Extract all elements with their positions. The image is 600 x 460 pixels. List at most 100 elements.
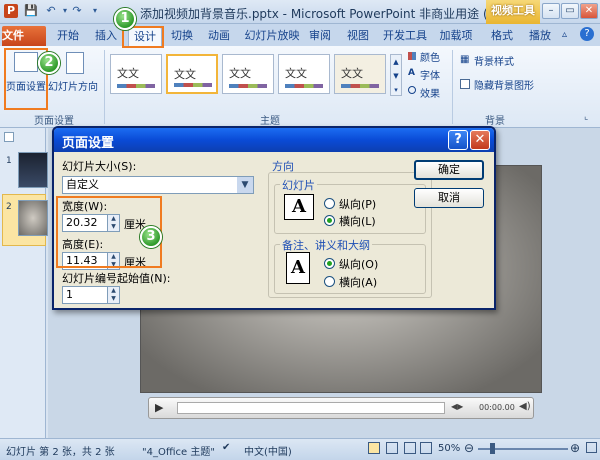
portrait-page-icon: A xyxy=(286,252,310,284)
step-2-badge: 2 xyxy=(38,52,60,74)
orientation-icon xyxy=(66,52,84,74)
hide-background-checkbox[interactable] xyxy=(460,79,470,89)
reading-view-icon[interactable] xyxy=(404,442,416,454)
theme-thumbnail[interactable]: 文文 xyxy=(278,54,330,94)
ribbon-body: 页面设置 幻灯片方向 页面设置 文文 文文 文文 文文 文文 ▲ ▼ ▾ 颜色 A … xyxy=(0,46,600,128)
tab-addins[interactable]: 加载项 xyxy=(436,27,476,46)
step-3-badge: 3 xyxy=(140,226,162,248)
group-label-page-setup: 页面设置 xyxy=(34,116,74,127)
notes-landscape-label: 横向(A) xyxy=(339,276,378,289)
dialog-title-bar: 页面设置 ? ✕ xyxy=(54,128,494,152)
dialog-close-button[interactable]: ✕ xyxy=(470,130,490,150)
dialog-help-button[interactable]: ? xyxy=(448,130,468,150)
tab-file[interactable]: 文件 xyxy=(2,26,46,46)
theme-thumbnail[interactable]: 文文 xyxy=(166,54,218,94)
theme-color-bars xyxy=(341,84,379,88)
tab-animations[interactable]: 动画 xyxy=(204,27,234,46)
fonts-button[interactable]: 字体 xyxy=(420,67,440,82)
language-status[interactable]: 中文(中国) xyxy=(244,443,292,458)
theme-thumbnail[interactable]: 文文 xyxy=(334,54,386,94)
group-separator xyxy=(104,50,105,124)
slide-sorter-icon[interactable] xyxy=(386,442,398,454)
slide-thumbnail-2[interactable] xyxy=(18,200,48,236)
group-separator xyxy=(452,50,453,124)
notes-portrait-radio[interactable] xyxy=(324,258,335,269)
notes-group-legend: 备注、讲义和大纲 xyxy=(280,237,372,253)
volume-icon[interactable]: ◀) xyxy=(519,401,531,412)
group-label-themes: 主题 xyxy=(260,116,280,127)
normal-view-icon[interactable] xyxy=(368,442,380,454)
maximize-button[interactable]: ▭ xyxy=(561,3,579,19)
group-label-background: 背景 xyxy=(485,116,505,127)
close-window-button[interactable]: ✕ xyxy=(580,3,598,19)
slides-portrait-radio[interactable] xyxy=(324,198,335,209)
qat-customize-icon[interactable]: ▾ xyxy=(88,4,102,18)
redo-icon[interactable]: ↷ xyxy=(70,4,84,18)
zoom-level[interactable]: 50% xyxy=(438,443,460,454)
colors-icon xyxy=(408,52,416,60)
page-setup-dialog: 页面设置 ? ✕ 幻灯片大小(S): 自定义 ▼ 宽度(W): 20.32 ▲ ▼… xyxy=(52,126,496,310)
fit-to-window-icon[interactable] xyxy=(586,442,597,453)
numbering-start-spinner[interactable]: ▲ ▼ xyxy=(107,287,119,303)
dialog-launcher-icon[interactable]: ⌞ xyxy=(584,112,588,122)
play-icon[interactable]: ▶ xyxy=(155,401,169,415)
slides-landscape-radio[interactable] xyxy=(324,215,335,226)
zoom-slider-thumb[interactable] xyxy=(490,443,495,454)
numbering-start-label: 幻灯片编号起始值(N): xyxy=(62,272,171,285)
zoom-in-icon[interactable]: ⊕ xyxy=(570,441,580,455)
ribbon-minimize-icon[interactable]: ▵ xyxy=(562,29,567,40)
slides-pane: 1 2 xyxy=(0,128,48,438)
theme-thumbnail[interactable]: 文文 xyxy=(110,54,162,94)
theme-color-bars xyxy=(117,84,155,88)
effects-icon xyxy=(408,86,416,94)
minimize-button[interactable]: – xyxy=(542,3,560,19)
slides-portrait-label: 纵向(P) xyxy=(339,198,377,211)
title-bar: P 💾 ↶ ▾ ↷ ▾ 添加视频加背景音乐.pptx - Microsoft P… xyxy=(0,0,600,24)
tab-transitions[interactable]: 切换 xyxy=(168,27,196,46)
zoom-out-icon[interactable]: ⊖ xyxy=(464,441,474,455)
slideshow-view-icon[interactable] xyxy=(420,442,432,454)
tab-playback[interactable]: 播放 xyxy=(526,27,554,46)
window-title: 添加视频加背景音乐.pptx - Microsoft PowerPoint 非商… xyxy=(140,7,529,21)
background-styles-button[interactable]: 背景样式 xyxy=(474,53,514,68)
slide-number-2: 2 xyxy=(6,202,12,212)
status-bar: 幻灯片 第 2 张，共 2 张 "4_Office 主题" ✔ 中文(中国) 5… xyxy=(0,438,600,460)
media-progress-bar[interactable] xyxy=(177,402,445,414)
background-styles-icon: ▦ xyxy=(460,54,470,65)
slide-thumbnail-1[interactable] xyxy=(18,152,48,188)
undo-icon[interactable]: ↶ xyxy=(44,4,58,18)
tab-home[interactable]: 开始 xyxy=(54,27,82,46)
slide-position: 幻灯片 第 2 张，共 2 张 xyxy=(6,447,115,458)
media-controls: ▶ ◀▶ 00:00.00 ◀) xyxy=(148,397,534,419)
tab-insert[interactable]: 插入 xyxy=(92,27,120,46)
chevron-down-icon[interactable]: ▼ xyxy=(237,177,253,193)
tab-slideshow[interactable]: 幻灯片放映 xyxy=(244,27,300,46)
effects-button[interactable]: 效果 xyxy=(420,85,440,100)
media-time: 00:00.00 xyxy=(479,403,515,412)
tab-view[interactable]: 视图 xyxy=(344,27,372,46)
pane-toggle[interactable] xyxy=(4,132,14,142)
step-back-forward-icon[interactable]: ◀▶ xyxy=(451,402,463,411)
fonts-icon: A xyxy=(408,68,415,78)
orientation-label: 幻灯片方向 xyxy=(48,82,98,93)
theme-thumb-text: 文文 xyxy=(174,68,196,81)
slide-size-select[interactable]: 自定义 ▼ xyxy=(62,176,254,194)
theme-gallery-scroll[interactable]: ▲ ▼ ▾ xyxy=(390,54,402,96)
tab-developer[interactable]: 开发工具 xyxy=(380,27,430,46)
cancel-button[interactable]: 取消 xyxy=(414,188,484,208)
powerpoint-logo-icon: P xyxy=(4,4,18,18)
theme-thumb-text: 文文 xyxy=(229,67,251,80)
numbering-start-input[interactable]: 1 ▲ ▼ xyxy=(62,286,120,304)
theme-thumbnail[interactable]: 文文 xyxy=(222,54,274,94)
slide-number-1: 1 xyxy=(6,156,12,166)
spell-check-icon[interactable]: ✔ xyxy=(222,442,230,453)
ok-button[interactable]: 确定 xyxy=(414,160,484,180)
save-icon[interactable]: 💾 xyxy=(24,4,38,18)
theme-color-bars xyxy=(229,84,267,88)
notes-landscape-radio[interactable] xyxy=(324,276,335,287)
tab-format[interactable]: 格式 xyxy=(488,27,516,46)
theme-name: "4_Office 主题" xyxy=(142,447,215,458)
tab-review[interactable]: 审阅 xyxy=(306,27,334,46)
colors-button[interactable]: 颜色 xyxy=(420,49,440,64)
help-icon[interactable]: ? xyxy=(580,27,594,41)
